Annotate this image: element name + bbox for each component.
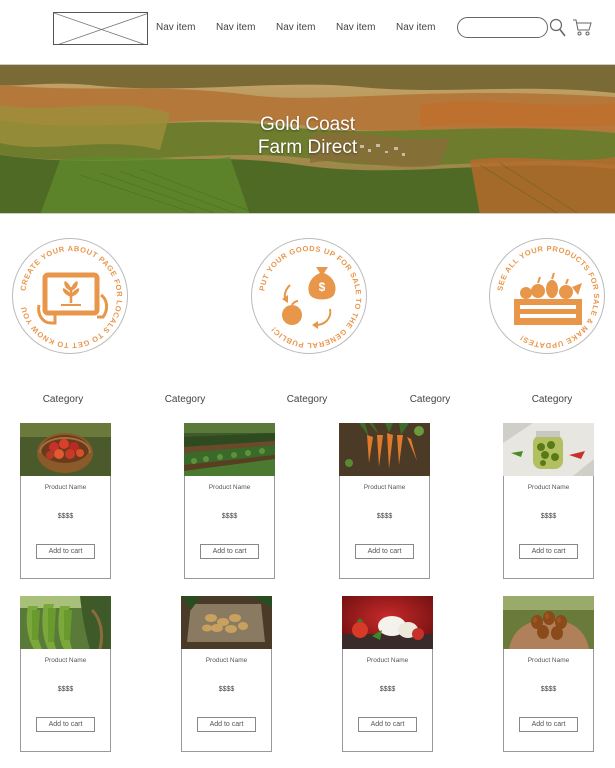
hero-title-line-1: Gold Coast xyxy=(259,114,356,135)
product-name: Product Name xyxy=(208,484,251,491)
nav-item-4[interactable]: Nav item xyxy=(336,22,375,33)
site-header: Nav item Nav item Nav item Nav item Nav … xyxy=(0,0,615,64)
product-name: Product Name xyxy=(366,657,409,664)
nav-item-3[interactable]: Nav item xyxy=(276,22,315,33)
badge-text-2: PUT YOUR GOODS UP FOR SALE TO THE GENERA… xyxy=(257,244,362,350)
feature-badge-sell[interactable]: PUT YOUR GOODS UP FOR SALE TO THE GENERA… xyxy=(251,238,367,354)
product-card[interactable]: Product Name $$$$ Add to cart xyxy=(20,596,111,752)
product-image-potatoes[interactable] xyxy=(181,596,272,649)
product-image-fruit-hands[interactable] xyxy=(503,596,594,649)
product-name: Product Name xyxy=(205,657,248,664)
search-icon[interactable] xyxy=(549,18,567,38)
product-name: Product Name xyxy=(44,657,87,664)
product-name: Product Name xyxy=(363,484,406,491)
category-link-1[interactable]: Category xyxy=(23,394,103,405)
product-image-crop-rows[interactable] xyxy=(184,423,275,476)
product-image-carrots[interactable] xyxy=(339,423,430,476)
hero-title: Gold Coast Farm Direct xyxy=(0,113,615,159)
product-card[interactable]: Product Name $$$$ Add to cart xyxy=(342,596,433,752)
product-name: Product Name xyxy=(44,484,87,491)
add-to-cart-button[interactable]: Add to cart xyxy=(355,544,414,559)
category-link-5[interactable]: Category xyxy=(512,394,592,405)
nav-item-5[interactable]: Nav item xyxy=(396,22,435,33)
nav-item-2[interactable]: Nav item xyxy=(216,22,255,33)
product-card[interactable]: Product Name $$$$ Add to cart xyxy=(184,423,275,579)
hero-banner: Gold Coast Farm Direct xyxy=(0,64,615,214)
category-link-4[interactable]: Category xyxy=(390,394,470,405)
product-price: $$$$ xyxy=(57,686,74,693)
product-price: $$$$ xyxy=(540,686,557,693)
product-card[interactable]: Product Name $$$$ Add to cart xyxy=(339,423,430,579)
product-name: Product Name xyxy=(527,484,570,491)
hero-title-line-2: Farm Direct xyxy=(257,137,358,158)
category-link-2[interactable]: Category xyxy=(145,394,225,405)
product-price: $$$$ xyxy=(376,513,393,520)
feature-badge-products[interactable]: SEE ALL YOUR PRODUCTS FOR SALE & MAKE UP… xyxy=(489,238,605,354)
product-price: $$$$ xyxy=(379,686,396,693)
product-image-olive-jar[interactable] xyxy=(503,423,594,476)
add-to-cart-button[interactable]: Add to cart xyxy=(358,717,417,732)
nav-item-1[interactable]: Nav item xyxy=(156,22,195,33)
money-exchange-icon: PUT YOUR GOODS UP FOR SALE TO THE GENERA… xyxy=(257,244,363,350)
produce-crate-icon: SEE ALL YOUR PRODUCTS FOR SALE & MAKE UP… xyxy=(495,244,601,350)
product-price: $$$$ xyxy=(221,513,238,520)
badge-text-3: SEE ALL YOUR PRODUCTS FOR SALE & MAKE UP… xyxy=(495,244,600,350)
add-to-cart-button[interactable]: Add to cart xyxy=(200,544,259,559)
logo-placeholder[interactable] xyxy=(53,12,148,45)
product-image-mozzarella-tomato[interactable] xyxy=(342,596,433,649)
add-to-cart-button[interactable]: Add to cart xyxy=(36,544,95,559)
product-price: $$$$ xyxy=(218,686,235,693)
cart-icon[interactable] xyxy=(572,18,592,36)
svg-text:SEE ALL YOUR PRODUCTS FOR SALE: SEE ALL YOUR PRODUCTS FOR SALE & MAKE UP… xyxy=(495,244,601,350)
product-image-apple-basket[interactable] xyxy=(20,423,111,476)
tablet-sprout-icon: CREATE YOUR ABOUT PAGE FOR LOCALS TO GET… xyxy=(18,244,123,350)
product-card[interactable]: Product Name $$$$ Add to cart xyxy=(503,423,594,579)
category-link-3[interactable]: Category xyxy=(267,394,347,405)
add-to-cart-button[interactable]: Add to cart xyxy=(519,717,578,732)
product-image-bananas[interactable] xyxy=(20,596,111,649)
search-input[interactable] xyxy=(457,17,548,38)
product-price: $$$$ xyxy=(57,513,74,520)
product-card[interactable]: Product Name $$$$ Add to cart xyxy=(181,596,272,752)
product-name: Product Name xyxy=(527,657,570,664)
add-to-cart-button[interactable]: Add to cart xyxy=(197,717,256,732)
add-to-cart-button[interactable]: Add to cart xyxy=(519,544,578,559)
svg-text:$: $ xyxy=(319,280,326,294)
feature-badge-about[interactable]: CREATE YOUR ABOUT PAGE FOR LOCALS TO GET… xyxy=(12,238,128,354)
product-card[interactable]: Product Name $$$$ Add to cart xyxy=(20,423,111,579)
add-to-cart-button[interactable]: Add to cart xyxy=(36,717,95,732)
svg-text:PUT YOUR GOODS UP FOR SALE TO: PUT YOUR GOODS UP FOR SALE TO THE GENERA… xyxy=(257,244,363,350)
product-card[interactable]: Product Name $$$$ Add to cart xyxy=(503,596,594,752)
product-price: $$$$ xyxy=(540,513,557,520)
